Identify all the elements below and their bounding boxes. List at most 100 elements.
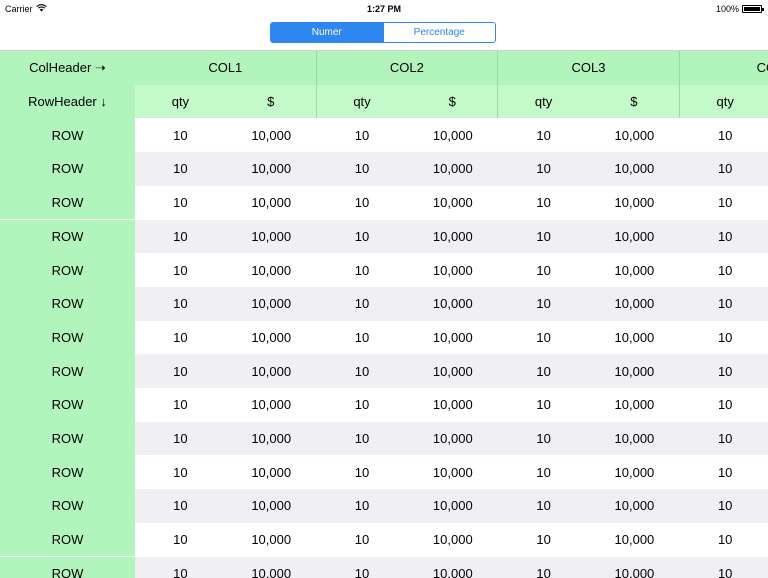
table-cell-qty[interactable]: 10 — [498, 489, 589, 523]
row-label[interactable]: ROW — [0, 556, 135, 578]
row-label[interactable]: ROW — [0, 118, 135, 153]
table-cell-amount[interactable]: 10,000 — [407, 354, 499, 388]
row-label[interactable]: ROW — [0, 489, 135, 523]
table-cell-qty[interactable]: 10 — [498, 388, 589, 422]
table-cell-qty[interactable]: 10 — [316, 286, 408, 321]
data-table[interactable]: ColHeader ➝ RowHeader ↓ COL1 qty $ COL2 qty $ CO… — [0, 50, 768, 578]
row-label[interactable]: ROW — [0, 320, 135, 355]
table-cell-qty[interactable]: 10 — [498, 556, 589, 578]
table-cell-qty[interactable]: 10 — [679, 185, 768, 220]
table-cell-amount[interactable]: 10,000 — [225, 556, 317, 578]
row-label[interactable]: ROW — [0, 455, 135, 490]
table-cell-qty[interactable]: 10 — [498, 320, 589, 355]
table-cell-amount[interactable]: 10,000 — [407, 219, 499, 254]
column-header[interactable]: COL1 — [135, 51, 317, 85]
row-label[interactable]: ROW — [0, 354, 135, 388]
table-cell-amount[interactable]: 10,000 — [589, 556, 680, 578]
table-cell-qty[interactable]: 10 — [316, 556, 408, 578]
table-cell-qty[interactable]: 10 — [498, 421, 589, 456]
table-cell-qty[interactable]: 10 — [135, 421, 226, 456]
table-cell-amount[interactable]: 10,000 — [225, 354, 317, 388]
row-label[interactable]: ROW — [0, 219, 135, 254]
table-cell-qty[interactable]: 10 — [498, 118, 589, 153]
row-label[interactable]: ROW — [0, 253, 135, 287]
table-cell-amount[interactable]: 10,000 — [407, 253, 499, 287]
table-cell-amount[interactable]: 10,000 — [225, 455, 317, 490]
table-cell-qty[interactable]: 10 — [316, 320, 408, 355]
table-cell-amount[interactable]: 10,000 — [407, 185, 499, 220]
table-cell-amount[interactable]: 10,000 — [589, 118, 680, 153]
table-cell-qty[interactable]: 10 — [135, 489, 226, 523]
row-label[interactable]: ROW — [0, 286, 135, 321]
table-cell-qty[interactable]: 10 — [498, 152, 589, 186]
table-cell-amount[interactable]: 10,000 — [225, 388, 317, 422]
table-cell-amount[interactable]: 10,000 — [225, 320, 317, 355]
table-cell-qty[interactable]: 10 — [679, 320, 768, 355]
table-cell-qty[interactable]: 10 — [135, 522, 226, 557]
table-cell-qty[interactable]: 10 — [316, 253, 408, 287]
table-cell-qty[interactable]: 10 — [679, 489, 768, 523]
table-cell-qty[interactable]: 10 — [498, 253, 589, 287]
table-cell-qty[interactable]: 10 — [316, 522, 408, 557]
table-cell-amount[interactable]: 10,000 — [407, 522, 499, 557]
table-cell-qty[interactable]: 10 — [498, 219, 589, 254]
table-cell-amount[interactable]: 10,000 — [589, 253, 680, 287]
table-cell-amount[interactable]: 10,000 — [225, 286, 317, 321]
table-cell-qty[interactable]: 10 — [135, 354, 226, 388]
segment-numer[interactable]: Numer — [271, 23, 383, 42]
table-cell-qty[interactable]: 10 — [498, 185, 589, 220]
table-cell-qty[interactable]: 10 — [679, 556, 768, 578]
row-label[interactable]: ROW — [0, 421, 135, 456]
table-cell-qty[interactable]: 10 — [135, 388, 226, 422]
table-cell-amount[interactable]: 10,000 — [589, 185, 680, 220]
table-cell-qty[interactable]: 10 — [135, 320, 226, 355]
table-cell-qty[interactable]: 10 — [316, 388, 408, 422]
column-header[interactable]: COL2 — [316, 51, 499, 85]
table-cell-amount[interactable]: 10,000 — [407, 320, 499, 355]
table-cell-qty[interactable]: 10 — [135, 556, 226, 578]
table-cell-amount[interactable]: 10,000 — [225, 253, 317, 287]
table-cell-amount[interactable]: 10,000 — [225, 185, 317, 220]
row-label[interactable]: ROW — [0, 152, 135, 186]
table-cell-qty[interactable]: 10 — [679, 118, 768, 153]
table-cell-qty[interactable]: 10 — [679, 522, 768, 557]
table-cell-qty[interactable]: 10 — [316, 455, 408, 490]
table-cell-qty[interactable]: 10 — [316, 118, 408, 153]
table-cell-amount[interactable]: 10,000 — [407, 489, 499, 523]
table-cell-qty[interactable]: 10 — [135, 219, 226, 254]
table-cell-qty[interactable]: 10 — [679, 455, 768, 490]
table-cell-qty[interactable]: 10 — [679, 354, 768, 388]
table-cell-amount[interactable]: 10,000 — [407, 388, 499, 422]
table-cell-amount[interactable]: 10,000 — [407, 421, 499, 456]
table-cell-qty[interactable]: 10 — [316, 421, 408, 456]
table-cell-qty[interactable]: 10 — [679, 152, 768, 186]
table-cell-qty[interactable]: 10 — [135, 455, 226, 490]
table-cell-amount[interactable]: 10,000 — [589, 219, 680, 254]
table-cell-amount[interactable]: 10,000 — [407, 152, 499, 186]
table-cell-amount[interactable]: 10,000 — [407, 556, 499, 578]
table-cell-amount[interactable]: 10,000 — [589, 421, 680, 456]
table-cell-amount[interactable]: 10,000 — [589, 522, 680, 557]
table-cell-amount[interactable]: 10,000 — [225, 489, 317, 523]
table-cell-qty[interactable]: 10 — [679, 421, 768, 456]
table-cell-qty[interactable]: 10 — [679, 286, 768, 321]
table-cell-amount[interactable]: 10,000 — [589, 320, 680, 355]
table-cell-amount[interactable]: 10,000 — [407, 286, 499, 321]
table-cell-amount[interactable]: 10,000 — [589, 455, 680, 490]
table-cell-amount[interactable]: 10,000 — [589, 354, 680, 388]
table-cell-qty[interactable]: 10 — [135, 152, 226, 186]
table-cell-qty[interactable]: 10 — [135, 185, 226, 220]
table-cell-qty[interactable]: 10 — [498, 354, 589, 388]
table-cell-amount[interactable]: 10,000 — [589, 388, 680, 422]
row-label[interactable]: ROW — [0, 522, 135, 557]
table-cell-qty[interactable]: 10 — [316, 219, 408, 254]
table-cell-amount[interactable]: 10,000 — [225, 421, 317, 456]
table-cell-qty[interactable]: 10 — [498, 522, 589, 557]
table-cell-amount[interactable]: 10,000 — [407, 118, 499, 153]
table-cell-amount[interactable]: 10,000 — [225, 152, 317, 186]
table-cell-amount[interactable]: 10,000 — [225, 219, 317, 254]
table-cell-qty[interactable]: 10 — [316, 354, 408, 388]
table-cell-amount[interactable]: 10,000 — [589, 489, 680, 523]
table-cell-qty[interactable]: 10 — [316, 185, 408, 220]
table-cell-qty[interactable]: 10 — [135, 118, 226, 153]
